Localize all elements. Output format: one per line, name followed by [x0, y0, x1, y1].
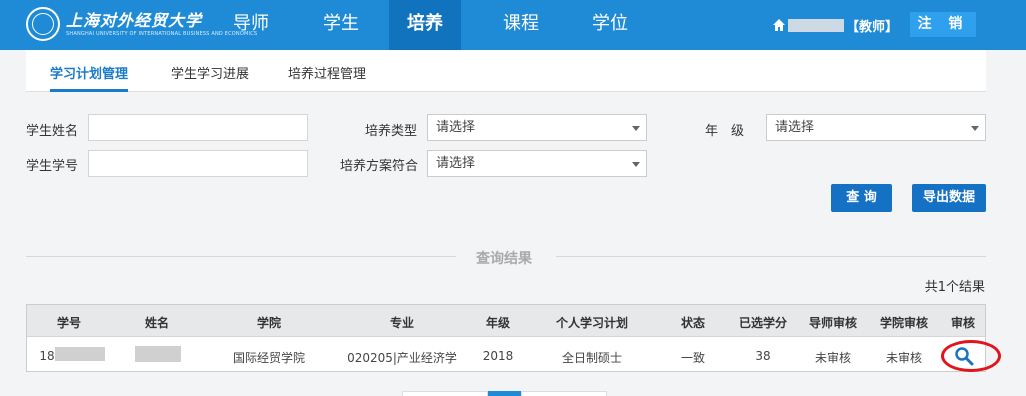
dropdown-caret-icon — [632, 126, 640, 131]
training-type-label: 培养类型 — [365, 124, 418, 139]
college-cell: 国际经贸学院 — [232, 351, 306, 365]
dropdown-caret-icon — [632, 162, 640, 167]
pager-prev[interactable] — [402, 391, 488, 396]
query-button[interactable]: 查 询 — [831, 184, 892, 212]
grade-cell: 2018 — [482, 349, 514, 363]
home-icon[interactable] — [772, 18, 786, 32]
subtab-training-process[interactable]: 培养过程管理 — [288, 63, 366, 92]
divider-left — [26, 256, 456, 257]
student-id-input[interactable] — [88, 150, 308, 177]
grade-value: 请选择 — [775, 120, 815, 135]
divider-right — [556, 256, 986, 257]
export-data-button[interactable]: 导出数据 — [912, 184, 986, 212]
subtab-study-plan[interactable]: 学习计划管理 — [50, 63, 129, 92]
user-role: 【教师】 — [846, 19, 899, 35]
training-type-value: 请选择 — [436, 120, 476, 135]
pager-current-page[interactable] — [488, 391, 521, 396]
plan-match-label: 培养方案符合 — [340, 159, 419, 174]
nav-tab-degree[interactable]: 学位 — [574, 0, 646, 50]
student-name-redacted — [135, 346, 181, 362]
column-header: 姓名 — [144, 316, 170, 330]
username-redacted — [788, 18, 844, 32]
column-header: 状态 — [680, 316, 706, 330]
grade-select[interactable]: 请选择 — [766, 114, 986, 141]
nav-tab-advisor[interactable]: 导师 — [215, 0, 287, 50]
college-review-cell: 未审核 — [885, 351, 923, 365]
nav-tab-training[interactable]: 培养 — [389, 0, 461, 50]
dropdown-caret-icon — [971, 126, 979, 131]
review-highlight-circle — [941, 340, 1001, 372]
column-header: 已选学分 — [738, 316, 788, 330]
student-name-input[interactable] — [88, 114, 308, 141]
major-cell: 020205|产业经济学 — [347, 351, 457, 365]
column-header: 学号 — [56, 316, 82, 330]
advisor-review-cell: 未审核 — [814, 351, 852, 365]
column-header: 个人学习计划 — [555, 316, 629, 330]
student-id-redacted — [55, 347, 105, 361]
grade-label: 年 级 — [705, 124, 745, 139]
student-id-prefix: 18 — [39, 349, 55, 363]
results-table: 学号 姓名 学院 专业 年级 个人学习计划 状态 已选学分 导师审核 学院审核 … — [26, 304, 1001, 372]
logout-button[interactable]: 注 销 — [910, 12, 976, 37]
column-header: 专业 — [389, 316, 415, 330]
column-header: 导师审核 — [808, 316, 858, 330]
column-header: 年级 — [485, 316, 511, 330]
column-header: 学院 — [256, 316, 282, 330]
column-header: 学院审核 — [879, 316, 929, 330]
nav-tab-course[interactable]: 课程 — [485, 0, 557, 50]
table-header: 学号 姓名 学院 专业 年级 个人学习计划 状态 已选学分 导师审核 学院审核 … — [27, 305, 985, 337]
plan-match-value: 请选择 — [436, 156, 476, 171]
study-plan-cell: 全日制硕士 — [561, 351, 623, 365]
results-title: 查询结果 — [476, 251, 532, 267]
plan-match-select[interactable]: 请选择 — [427, 150, 647, 177]
pager-next[interactable] — [521, 391, 607, 396]
training-type-select[interactable]: 请选择 — [427, 114, 647, 141]
nav-tab-student[interactable]: 学生 — [305, 0, 377, 50]
user-info: 【教师】 — [772, 14, 898, 36]
status-cell: 一致 — [680, 351, 706, 365]
student-name-label: 学生姓名 — [26, 124, 79, 139]
column-header: 审核 — [950, 316, 976, 330]
credits-cell: 38 — [755, 349, 771, 363]
results-count: 共1个结果 — [924, 280, 985, 295]
top-navigation-bar: 上海对外经贸大学 SHANGHAI UNIVERSITY OF INTERNAT… — [0, 0, 1026, 50]
student-id-label: 学生学号 — [26, 159, 79, 174]
university-seal-icon — [26, 7, 60, 41]
subtab-study-progress[interactable]: 学生学习进展 — [171, 63, 249, 92]
sub-tabs: 学习计划管理 学生学习进展 培养过程管理 — [26, 50, 986, 92]
